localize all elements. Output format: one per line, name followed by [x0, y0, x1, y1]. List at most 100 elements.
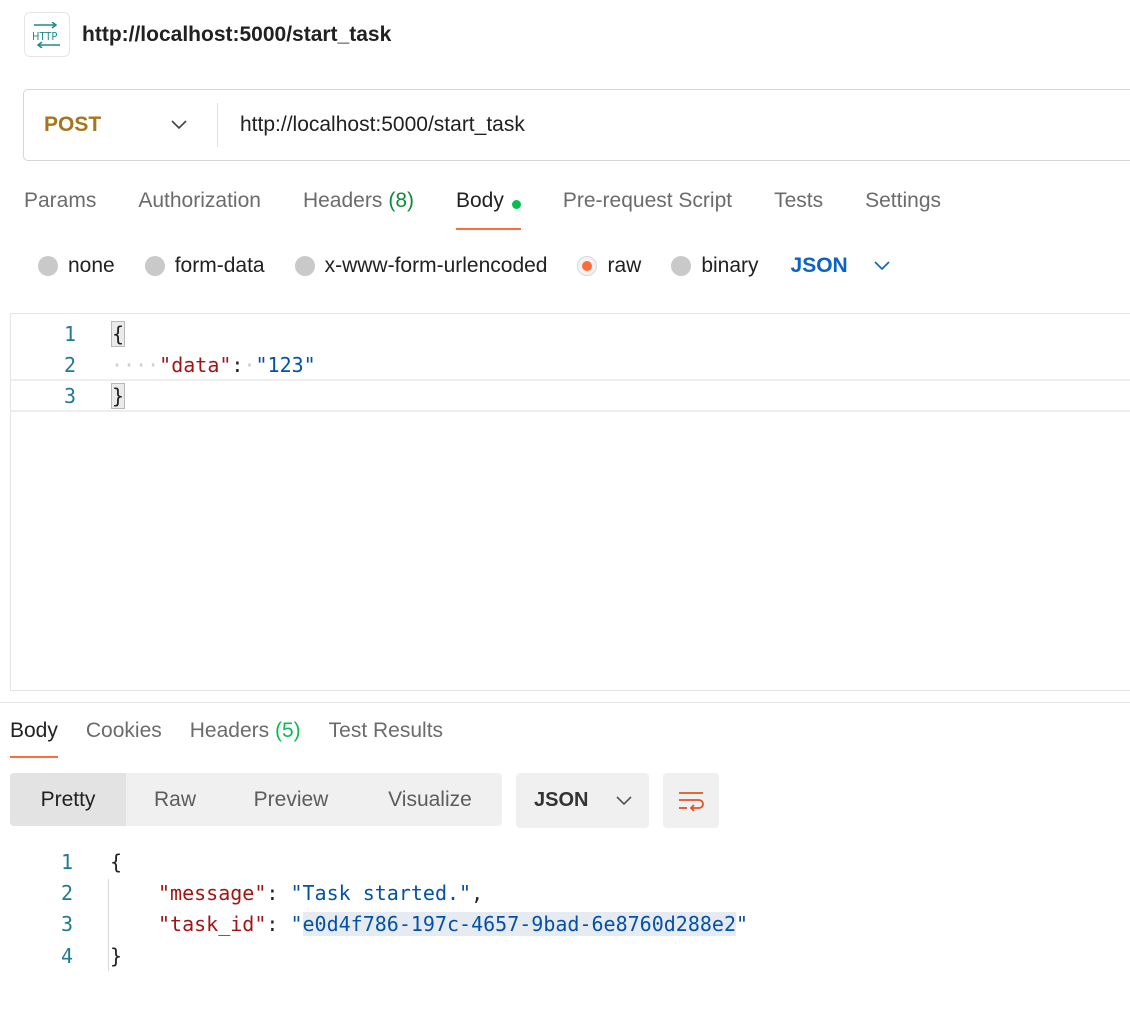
code-line: 2 "message": "Task started.",	[0, 877, 1130, 908]
tab-label: Headers	[189, 719, 270, 742]
line-number: 2	[60, 880, 73, 905]
radio-icon	[144, 256, 165, 276]
radio-label: x-www-form-urlencoded	[324, 254, 548, 277]
method-select[interactable]: POST	[24, 103, 218, 147]
line-number: 2	[63, 352, 76, 377]
tab-body[interactable]: Body	[456, 186, 521, 232]
code-line: 4 }	[0, 940, 1130, 971]
indent-dots: ····	[111, 352, 160, 377]
radio-icon	[294, 256, 315, 276]
body-type-options: none form-data x-www-form-urlencoded raw…	[38, 252, 890, 280]
radio-icon	[38, 256, 58, 276]
tab-cookies[interactable]: Cookies	[86, 716, 162, 760]
tab-label: Settings	[865, 189, 942, 212]
radio-raw[interactable]: raw	[577, 254, 641, 278]
tab-label: Params	[24, 189, 97, 212]
button-label: Raw	[153, 787, 196, 811]
chevron-down-icon	[616, 795, 633, 805]
tab-label: Tests	[774, 189, 824, 212]
line-number: 3	[63, 383, 76, 408]
tab-authorization[interactable]: Authorization	[138, 186, 261, 232]
open-brace: {	[111, 320, 126, 347]
button-label: Preview	[253, 787, 329, 811]
code-text: "task_id": "e0d4f786-197c-4657-9bad-6e87…	[158, 911, 749, 936]
code-text: ····"data":·"123"	[111, 352, 316, 377]
response-body-viewer[interactable]: 1 { 2 "message": "Task started.", 3 "tas…	[0, 846, 1130, 976]
code-line: 1 {	[11, 318, 1130, 349]
tab-test-results[interactable]: Test Results	[329, 716, 443, 760]
json-value: "Task started."	[290, 880, 472, 905]
tab-settings[interactable]: Settings	[865, 186, 941, 232]
http-icon: HTTP	[24, 12, 70, 57]
line-number: 4	[60, 943, 73, 968]
view-mode-group: Pretty Raw Preview Visualize	[10, 773, 502, 826]
json-value: "123"	[255, 352, 316, 377]
response-format-select[interactable]: JSON	[516, 773, 649, 828]
radio-label: form-data	[174, 254, 265, 277]
close-brace: }	[111, 382, 126, 409]
json-quote: "	[290, 911, 303, 936]
line-number: 1	[63, 321, 76, 346]
code-line: 2 ····"data":·"123"	[11, 349, 1130, 380]
radio-none[interactable]: none	[38, 254, 115, 278]
pane-divider[interactable]	[0, 702, 1130, 703]
radio-label: binary	[701, 254, 759, 277]
headers-count: (5)	[274, 719, 301, 742]
raw-button[interactable]: Raw	[126, 773, 224, 826]
code-text: }	[110, 943, 123, 968]
modified-dot-icon	[511, 200, 521, 209]
method-label: POST	[44, 113, 102, 136]
json-key: "task_id"	[158, 911, 267, 936]
code-text: }	[111, 382, 126, 409]
tab-label: Pre-request Script	[562, 189, 733, 212]
tab-response-headers[interactable]: Headers (5)	[190, 716, 301, 760]
request-tabs: Params Authorization Headers (8) Body Pre…	[24, 186, 983, 232]
radio-urlencoded[interactable]: x-www-form-urlencoded	[294, 254, 548, 278]
tab-label: Cookies	[85, 719, 162, 742]
line-number: 3	[60, 911, 73, 936]
tab-params[interactable]: Params	[24, 186, 96, 232]
svg-text:HTTP: HTTP	[32, 30, 57, 43]
radio-label: raw	[607, 254, 642, 277]
url-input[interactable]: http://localhost:5000/start_task	[240, 113, 525, 137]
preview-button[interactable]: Preview	[224, 773, 358, 826]
radio-label: none	[68, 254, 115, 277]
chevron-down-icon	[171, 120, 187, 130]
code-line-current: 3 }	[11, 379, 1130, 412]
json-value-selected: e0d4f786-197c-4657-9bad-6e8760d288e2	[302, 911, 736, 936]
tab-response-body[interactable]: Body	[10, 716, 58, 760]
language-select[interactable]: JSON	[791, 254, 890, 278]
tab-label: Headers	[302, 189, 383, 212]
tab-label: Body	[10, 719, 58, 742]
json-key: "message"	[158, 880, 267, 905]
request-header: HTTP http://localhost:5000/start_task	[24, 12, 391, 57]
url-bar: POST http://localhost:5000/start_task	[23, 89, 1130, 161]
tab-label: Authorization	[138, 189, 261, 212]
json-quote: "	[736, 911, 749, 936]
tab-label: Test Results	[328, 719, 444, 742]
pretty-button[interactable]: Pretty	[10, 773, 126, 826]
button-label: Visualize	[388, 787, 472, 811]
visualize-button[interactable]: Visualize	[358, 773, 502, 826]
language-label: JSON	[790, 254, 848, 277]
code-line: 3 "task_id": "e0d4f786-197c-4657-9bad-6e…	[0, 908, 1130, 939]
tab-tests[interactable]: Tests	[774, 186, 823, 232]
code-text: {	[111, 320, 126, 347]
request-body-editor[interactable]: 1 { 2 ····"data":·"123" 3 }	[10, 313, 1130, 691]
json-colon: :	[231, 352, 244, 377]
response-tabs: Body Cookies Headers (5) Test Results	[10, 716, 471, 760]
json-key: "data"	[159, 352, 232, 377]
format-label: JSON	[534, 789, 589, 811]
radio-icon	[671, 256, 692, 276]
radio-binary[interactable]: binary	[671, 254, 759, 278]
line-number: 1	[60, 849, 73, 874]
radio-selected-icon	[577, 256, 598, 276]
radio-form-data[interactable]: form-data	[144, 254, 265, 278]
button-label: Pretty	[40, 787, 96, 811]
code-text: "message": "Task started.",	[158, 880, 484, 905]
request-title[interactable]: http://localhost:5000/start_task	[82, 23, 391, 47]
tab-pre-request-script[interactable]: Pre-request Script	[563, 186, 732, 232]
tab-headers[interactable]: Headers (8)	[303, 186, 414, 232]
chevron-down-icon	[874, 261, 890, 271]
wrap-lines-button[interactable]	[663, 773, 719, 828]
